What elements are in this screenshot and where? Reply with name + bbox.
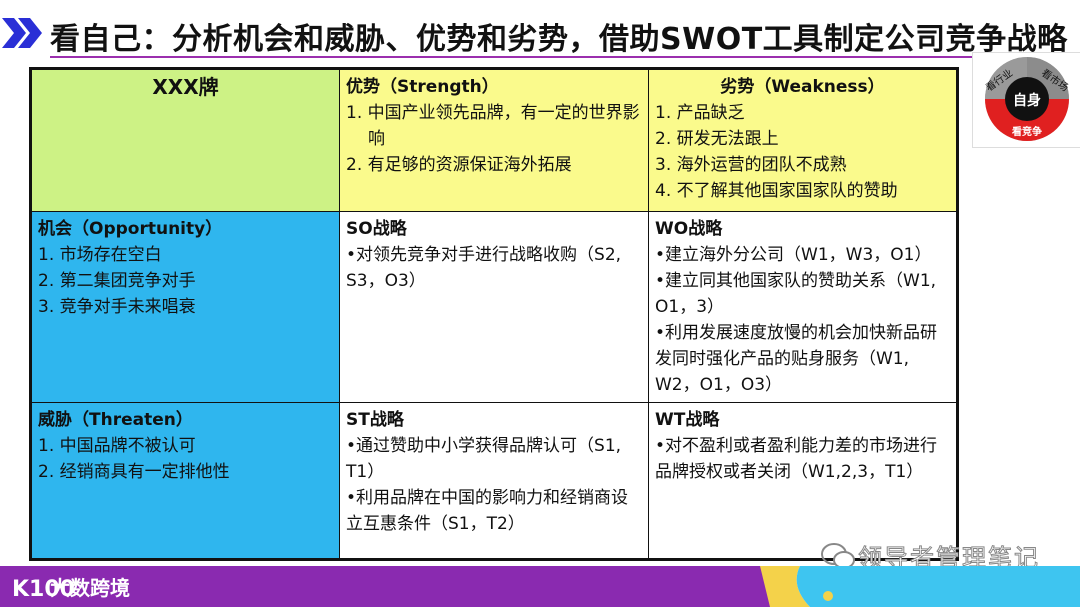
- page-title: 看自己：分析机会和威胁、优势和劣势，借助SWOT工具制定公司竞争战略: [50, 22, 1068, 57]
- swot-row-header: XXX牌 优势（Strength） 1. 中国产业领先品牌，有一定的世界影响 2…: [30, 68, 958, 212]
- so-strategy-item: •对领先竞争对手进行战略收购（S2, S3，O3）: [346, 245, 622, 291]
- footer-brand: 大数跨境: [50, 576, 130, 600]
- threat-title: 威胁（Threaten）: [38, 410, 193, 430]
- opportunity-cell: 机会（Opportunity） 1. 市场存在空白 2. 第二集团竞争对手 3.…: [30, 211, 340, 403]
- title-underline: [50, 56, 1080, 58]
- wo-strategy-item: •建立同其他国家队的赞助关系（W1, O1，3）: [655, 271, 937, 317]
- weakness-item: 3. 海外运营的团队不成熟: [655, 155, 847, 175]
- weakness-item: 1. 产品缺乏: [655, 103, 745, 123]
- swot-table: XXX牌 优势（Strength） 1. 中国产业领先品牌，有一定的世界影响 2…: [29, 67, 959, 561]
- opportunity-item: 1. 市场存在空白: [38, 245, 162, 265]
- so-strategy-title: SO战略: [346, 219, 407, 239]
- wo-strategy-cell: WO战略 •建立海外分公司（W1，W3，O1） •建立同其他国家队的赞助关系（W…: [648, 211, 958, 403]
- badge-wheel-icon: 自身 看行业 看市场 看竞争: [983, 57, 1071, 141]
- st-strategy-cell: ST战略 •通过赞助中小学获得品牌认可（S1, T1） •利用品牌在中国的影响力…: [339, 402, 649, 560]
- title-bar: 看自己：分析机会和威胁、优势和劣势，借助SWOT工具制定公司竞争战略: [0, 0, 1080, 62]
- swot-row-opportunity: 机会（Opportunity） 1. 市场存在空白 2. 第二集团竞争对手 3.…: [30, 211, 958, 403]
- threat-item: 1. 中国品牌不被认可: [38, 436, 196, 456]
- threat-item: 2. 经销商具有一定排他性: [38, 462, 230, 482]
- strength-item: 1. 中国产业领先品牌，有一定的世界影响: [346, 103, 640, 149]
- st-strategy-title: ST战略: [346, 410, 404, 430]
- opportunity-item: 2. 第二集团竞争对手: [38, 271, 196, 291]
- st-strategy-item: •通过赞助中小学获得品牌认可（S1, T1）: [346, 436, 622, 482]
- chevron-double-icon: [2, 18, 42, 48]
- weakness-title: 劣势（Weakness）: [720, 77, 885, 97]
- swot-corner-cell: XXX牌: [30, 68, 340, 212]
- wo-strategy-item: •建立海外分公司（W1，W3，O1）: [655, 245, 932, 265]
- weakness-cell: 劣势（Weakness） 1. 产品缺乏 2. 研发无法跟上 3. 海外运营的团…: [648, 68, 958, 212]
- badge-center-label: 自身: [1013, 92, 1041, 109]
- wt-strategy-cell: WT战略 •对不盈利或者盈利能力差的市场进行品牌授权或者关闭（W1,2,3，T1…: [648, 402, 958, 560]
- footer-band: K100: [0, 566, 1080, 607]
- strength-cell: 优势（Strength） 1. 中国产业领先品牌，有一定的世界影响 2. 有足够…: [339, 68, 649, 212]
- strength-title: 优势（Strength）: [346, 77, 499, 97]
- weakness-item: 2. 研发无法跟上: [655, 129, 779, 149]
- strength-item: 2. 有足够的资源保证海外拓展: [346, 155, 572, 175]
- wt-strategy-item: •对不盈利或者盈利能力差的市场进行品牌授权或者关闭（W1,2,3，T1）: [655, 436, 938, 482]
- weakness-item: 4. 不了解其他国家国家队的赞助: [655, 181, 898, 201]
- st-strategy-item: •利用品牌在中国的影响力和经销商设立互惠条件（S1，T2）: [346, 488, 629, 534]
- threat-cell: 威胁（Threaten） 1. 中国品牌不被认可 2. 经销商具有一定排他性: [30, 402, 340, 560]
- self-analysis-badge: 自身 看行业 看市场 看竞争: [972, 52, 1080, 148]
- opportunity-title: 机会（Opportunity）: [38, 219, 223, 239]
- badge-bottom-label: 看竞争: [1012, 125, 1042, 138]
- wo-strategy-item: •利用发展速度放慢的机会加快新品研发同时强化产品的贴身服务（W1, W2，O1，…: [655, 323, 938, 395]
- wt-strategy-title: WT战略: [655, 410, 720, 430]
- swot-corner-label: XXX牌: [152, 75, 219, 99]
- wo-strategy-title: WO战略: [655, 219, 723, 239]
- opportunity-item: 3. 竞争对手未来唱衰: [38, 297, 196, 317]
- so-strategy-cell: SO战略 •对领先竞争对手进行战略收购（S2, S3，O3）: [339, 211, 649, 403]
